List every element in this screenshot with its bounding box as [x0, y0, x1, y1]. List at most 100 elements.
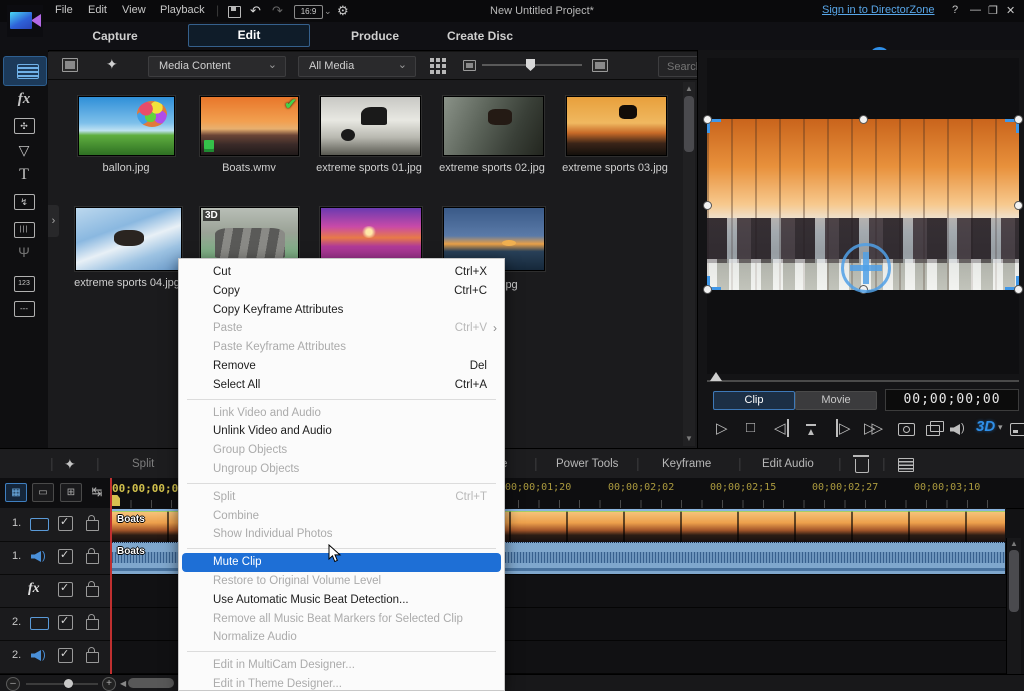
media-thumbnail-ballon[interactable]: [78, 96, 175, 156]
tab-capture[interactable]: Capture: [70, 29, 160, 43]
menu-playback[interactable]: Playback: [160, 4, 205, 16]
menu-item-select-all[interactable]: Select AllCtrl+A: [182, 376, 501, 395]
menu-item-show-individual-photos[interactable]: Show Individual Photos: [182, 525, 501, 544]
move-crosshair-icon[interactable]: [841, 243, 891, 293]
power-tools-button[interactable]: Power Tools: [556, 458, 618, 470]
sidebar-item-overlay-room[interactable]: ✣: [0, 116, 48, 140]
menu-item-link-video-and-audio[interactable]: Link Video and Audio: [182, 404, 501, 423]
settings-gear-icon[interactable]: ⚙: [337, 3, 349, 19]
magic-fix-icon[interactable]: ✦: [64, 456, 76, 473]
menu-item-remove[interactable]: RemoveDel: [182, 357, 501, 376]
small-thumbnail-icon[interactable]: [463, 60, 476, 71]
menu-item-group-objects[interactable]: Group Objects: [182, 441, 501, 460]
menu-item-ungroup-objects[interactable]: Ungroup Objects: [182, 460, 501, 479]
volume-wave-icon[interactable]: ): [961, 422, 965, 434]
menu-item-normalize-audio[interactable]: Normalize Audio: [182, 628, 501, 647]
close-button[interactable]: ✕: [1006, 4, 1015, 17]
selection-handle[interactable]: [1014, 201, 1023, 210]
sidebar-item-audio-mixing-room[interactable]: |||: [0, 218, 48, 242]
track-header-audio1[interactable]: 1. ): [0, 541, 110, 575]
seek-thumb[interactable]: [710, 372, 722, 381]
3d-display-button[interactable]: 3D: [976, 418, 995, 435]
help-button[interactable]: ?: [952, 4, 958, 16]
menu-item-split[interactable]: SplitCtrl+T: [182, 488, 501, 507]
redo-icon[interactable]: ↷: [272, 3, 283, 19]
preview-timecode[interactable]: 00;00;00;00: [885, 389, 1019, 411]
previous-frame-button[interactable]: ◁: [774, 419, 789, 437]
track-lock-icon[interactable]: [86, 652, 99, 663]
track-header-video2[interactable]: 2.: [0, 607, 110, 641]
fast-forward-button[interactable]: ▷▷: [864, 419, 879, 437]
track-lock-icon[interactable]: [86, 619, 99, 630]
all-media-dropdown[interactable]: All Media ⌄: [298, 56, 416, 77]
thumbnail-zoom-thumb[interactable]: [526, 59, 535, 71]
media-thumbnail-es04[interactable]: [75, 207, 182, 271]
media-thumbnail-es02[interactable]: [443, 96, 544, 156]
track-enable-checkbox[interactable]: [58, 615, 73, 630]
menu-view[interactable]: View: [122, 4, 146, 16]
clip-mode-button[interactable]: Clip: [713, 391, 795, 410]
preview-seek-bar[interactable]: [707, 380, 1019, 382]
media-thumbnail-es03[interactable]: [566, 96, 667, 156]
sidebar-item-voice-over-room[interactable]: Ψ: [0, 244, 48, 268]
track-lock-icon[interactable]: [86, 553, 99, 564]
large-thumbnail-icon[interactable]: [592, 59, 608, 72]
zoom-out-button[interactable]: –: [6, 677, 20, 691]
keyframe-button[interactable]: Keyframe: [662, 458, 711, 470]
movie-mode-button[interactable]: Movie: [795, 391, 877, 410]
track-enable-checkbox[interactable]: [58, 582, 73, 597]
library-scrollbar[interactable]: ▲ ▼: [683, 82, 695, 446]
track-lock-icon[interactable]: [86, 586, 99, 597]
menu-item-restore-to-original-volume-level[interactable]: Restore to Original Volume Level: [182, 572, 501, 591]
3d-caret-icon[interactable]: ▾: [998, 422, 1003, 433]
media-content-dropdown[interactable]: Media Content ⌄: [148, 56, 286, 77]
menu-item-paste[interactable]: PasteCtrl+V›: [182, 319, 501, 338]
preview-frame[interactable]: [707, 119, 1019, 290]
menu-item-remove-all-music-beat-markers-for-selected-clip[interactable]: Remove all Music Beat Markers for Select…: [182, 610, 501, 629]
media-thumbnail-boats[interactable]: ✔: [200, 96, 299, 156]
selection-handle[interactable]: [859, 115, 868, 124]
menu-item-combine[interactable]: Combine: [182, 507, 501, 526]
media-thumbnail-es01[interactable]: [320, 96, 421, 156]
seek-position-button[interactable]: ▲: [806, 424, 816, 438]
track-enable-checkbox[interactable]: [58, 648, 73, 663]
menu-item-paste-keyframe-attributes[interactable]: Paste Keyframe Attributes: [182, 338, 501, 357]
sort-list-icon[interactable]: [898, 458, 914, 472]
dual-preview-icon[interactable]: [926, 425, 940, 436]
timeline-vertical-scrollbar[interactable]: ▲: [1006, 538, 1021, 691]
menu-item-copy-keyframe-attributes[interactable]: Copy Keyframe Attributes: [182, 301, 501, 320]
volume-speaker-icon[interactable]: [950, 424, 960, 435]
timeline-ruler[interactable]: ▦ ▭ ⊞ ↹ 00;00;00;00 00;00;01;2000;00;02;…: [0, 478, 1024, 509]
next-frame-button[interactable]: ▷: [836, 419, 851, 437]
selection-handle[interactable]: [1014, 285, 1023, 294]
aspect-caret-icon[interactable]: ⌄: [324, 6, 332, 17]
snapshot-camera-icon[interactable]: [898, 423, 915, 436]
undo-icon[interactable]: ↶: [250, 3, 261, 19]
sidebar-expand-handle[interactable]: ›: [48, 205, 59, 237]
menu-file[interactable]: File: [55, 4, 73, 16]
scroll-up-icon[interactable]: ▲: [683, 84, 695, 93]
scrollbar-thumb[interactable]: [1009, 550, 1019, 612]
undock-preview-icon[interactable]: [1010, 423, 1024, 436]
preview-viewport[interactable]: [707, 58, 1019, 374]
track-header-fx[interactable]: fx: [0, 574, 110, 608]
scroll-down-icon[interactable]: ▼: [683, 434, 695, 443]
aspect-ratio-selector[interactable]: 16:9: [294, 5, 323, 19]
stop-button[interactable]: □: [746, 419, 755, 436]
range-select-icon[interactable]: ⊞: [60, 483, 82, 502]
zoom-in-button[interactable]: +: [102, 677, 116, 691]
timeline-zoom-thumb[interactable]: [64, 679, 73, 688]
maximize-button[interactable]: ❐: [988, 4, 998, 17]
timeline-zoom-slider[interactable]: [26, 683, 98, 685]
horizontal-scrollbar-thumb[interactable]: [128, 678, 174, 688]
download-media-icon[interactable]: ✦: [106, 56, 118, 73]
play-button[interactable]: ▷: [716, 419, 728, 437]
split-button[interactable]: Split: [132, 458, 154, 470]
timeline-view-icon[interactable]: ▭: [32, 483, 54, 502]
menu-item-cut[interactable]: CutCtrl+X: [182, 263, 501, 282]
sidebar-item-subtitle-room[interactable]: ---: [0, 298, 48, 322]
track-enable-checkbox[interactable]: [58, 549, 73, 564]
delete-trash-icon[interactable]: [855, 459, 869, 473]
grid-view-icon[interactable]: [430, 58, 434, 62]
selection-handle[interactable]: [703, 201, 712, 210]
